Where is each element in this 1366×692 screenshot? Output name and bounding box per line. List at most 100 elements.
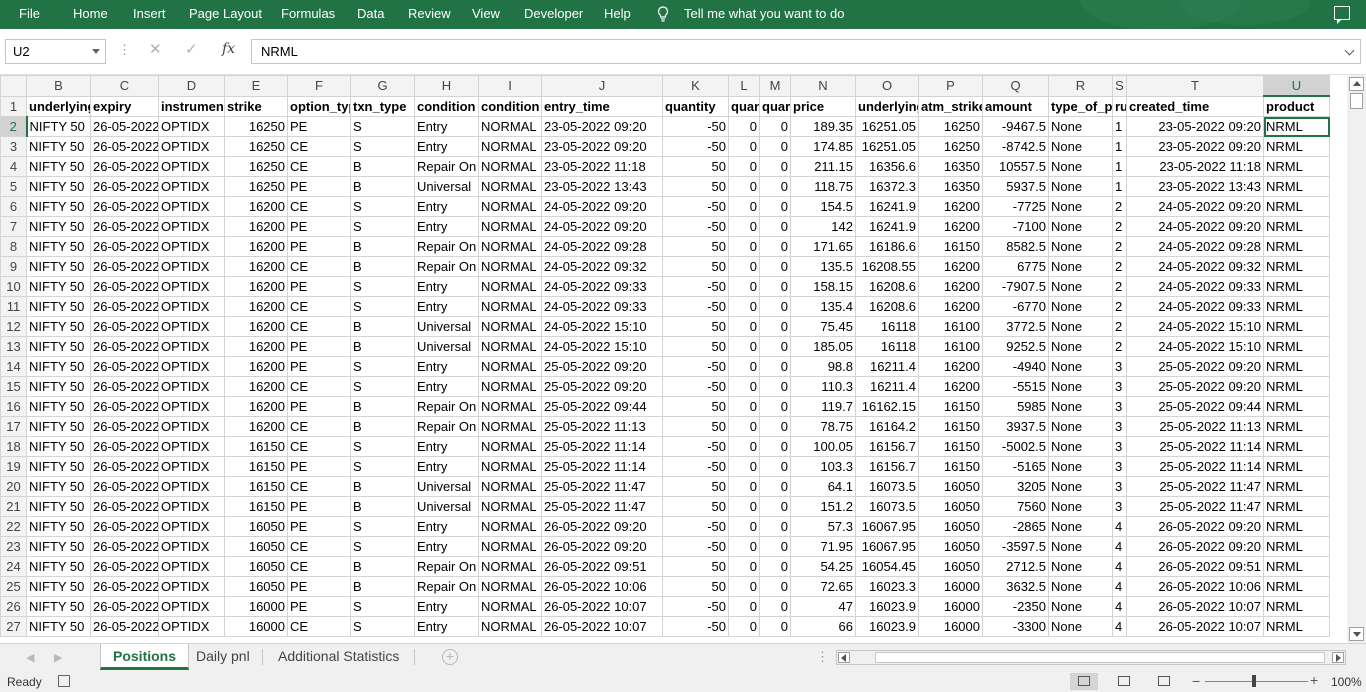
cell-u12[interactable]: NRML xyxy=(1263,316,1330,337)
column-header-f[interactable]: F xyxy=(287,75,351,97)
cell-t5[interactable]: 23-05-2022 13:43 xyxy=(1126,176,1264,197)
header-cell-n[interactable]: price xyxy=(790,95,856,117)
cell-c17[interactable]: 26-05-2022 xyxy=(90,416,159,437)
cell-r2[interactable]: None xyxy=(1048,116,1113,137)
cell-l11[interactable]: 0 xyxy=(728,296,760,317)
cell-r10[interactable]: None xyxy=(1048,276,1113,297)
cell-m24[interactable]: 0 xyxy=(759,556,791,577)
cell-s21[interactable]: 3 xyxy=(1112,496,1127,517)
cell-m7[interactable]: 0 xyxy=(759,216,791,237)
cell-q9[interactable]: 6775 xyxy=(982,256,1049,277)
cell-k6[interactable]: -50 xyxy=(662,196,729,217)
cell-p9[interactable]: 16200 xyxy=(918,256,983,277)
comments-icon[interactable] xyxy=(1334,6,1350,24)
menu-data[interactable]: Data xyxy=(357,0,384,29)
cell-l27[interactable]: 0 xyxy=(728,616,760,637)
header-cell-p[interactable]: atm_strike xyxy=(918,95,983,117)
zoom-out-button[interactable]: − xyxy=(1192,673,1200,689)
cell-b22[interactable]: NIFTY 50 xyxy=(26,516,91,537)
cell-q19[interactable]: -5165 xyxy=(982,456,1049,477)
cell-k18[interactable]: -50 xyxy=(662,436,729,457)
cell-d2[interactable]: OPTIDX xyxy=(158,116,225,137)
cell-s20[interactable]: 3 xyxy=(1112,476,1127,497)
cell-q27[interactable]: -3300 xyxy=(982,616,1049,637)
cell-k10[interactable]: -50 xyxy=(662,276,729,297)
cell-i3[interactable]: NORMAL xyxy=(478,136,542,157)
vertical-scrollbar[interactable] xyxy=(1347,75,1366,643)
cell-t7[interactable]: 24-05-2022 09:20 xyxy=(1126,216,1264,237)
cell-g6[interactable]: S xyxy=(350,196,415,217)
menu-developer[interactable]: Developer xyxy=(524,0,583,29)
cell-k5[interactable]: 50 xyxy=(662,176,729,197)
cell-u7[interactable]: NRML xyxy=(1263,216,1330,237)
row-header-11[interactable]: 11 xyxy=(0,296,27,317)
cell-m12[interactable]: 0 xyxy=(759,316,791,337)
cell-b25[interactable]: NIFTY 50 xyxy=(26,576,91,597)
row-header-22[interactable]: 22 xyxy=(0,516,27,537)
cell-t11[interactable]: 24-05-2022 09:33 xyxy=(1126,296,1264,317)
cell-o3[interactable]: 16251.05 xyxy=(855,136,919,157)
cell-g17[interactable]: B xyxy=(350,416,415,437)
scroll-up-icon[interactable] xyxy=(1349,77,1364,91)
cell-m22[interactable]: 0 xyxy=(759,516,791,537)
cell-r25[interactable]: None xyxy=(1048,576,1113,597)
cell-k21[interactable]: 50 xyxy=(662,496,729,517)
cell-n20[interactable]: 64.1 xyxy=(790,476,856,497)
cell-k20[interactable]: 50 xyxy=(662,476,729,497)
cell-p19[interactable]: 16150 xyxy=(918,456,983,477)
header-cell-j[interactable]: entry_time xyxy=(541,95,663,117)
cell-t20[interactable]: 25-05-2022 11:47 xyxy=(1126,476,1264,497)
cell-f5[interactable]: PE xyxy=(287,176,351,197)
cell-b3[interactable]: NIFTY 50 xyxy=(26,136,91,157)
cell-p27[interactable]: 16000 xyxy=(918,616,983,637)
scroll-right-icon[interactable] xyxy=(1332,652,1344,663)
cell-h25[interactable]: Repair On xyxy=(414,576,479,597)
formula-input[interactable]: NRML xyxy=(251,39,1361,64)
cell-h7[interactable]: Entry xyxy=(414,216,479,237)
cell-j11[interactable]: 24-05-2022 09:33 xyxy=(541,296,663,317)
cell-r18[interactable]: None xyxy=(1048,436,1113,457)
cell-d8[interactable]: OPTIDX xyxy=(158,236,225,257)
cell-t25[interactable]: 26-05-2022 10:06 xyxy=(1126,576,1264,597)
header-cell-g[interactable]: txn_type xyxy=(350,95,415,117)
cell-m11[interactable]: 0 xyxy=(759,296,791,317)
cell-f22[interactable]: PE xyxy=(287,516,351,537)
header-cell-u[interactable]: product xyxy=(1263,95,1330,117)
tab-additional-statistics[interactable]: Additional Statistics xyxy=(266,644,411,670)
page-break-view-button[interactable] xyxy=(1150,673,1178,690)
column-header-g[interactable]: G xyxy=(350,75,415,97)
cell-i18[interactable]: NORMAL xyxy=(478,436,542,457)
cell-e7[interactable]: 16200 xyxy=(224,216,288,237)
cell-d22[interactable]: OPTIDX xyxy=(158,516,225,537)
column-header-l[interactable]: L xyxy=(728,75,760,97)
cell-g8[interactable]: B xyxy=(350,236,415,257)
cell-e14[interactable]: 16200 xyxy=(224,356,288,377)
cell-r16[interactable]: None xyxy=(1048,396,1113,417)
cell-f13[interactable]: PE xyxy=(287,336,351,357)
cell-n2[interactable]: 189.35 xyxy=(790,116,856,137)
cell-s26[interactable]: 4 xyxy=(1112,596,1127,617)
cell-j10[interactable]: 24-05-2022 09:33 xyxy=(541,276,663,297)
cell-f14[interactable]: PE xyxy=(287,356,351,377)
cell-f9[interactable]: CE xyxy=(287,256,351,277)
row-header-9[interactable]: 9 xyxy=(0,256,27,277)
cell-q11[interactable]: -6770 xyxy=(982,296,1049,317)
cell-f15[interactable]: CE xyxy=(287,376,351,397)
cell-u11[interactable]: NRML xyxy=(1263,296,1330,317)
cell-s25[interactable]: 4 xyxy=(1112,576,1127,597)
cell-c6[interactable]: 26-05-2022 xyxy=(90,196,159,217)
cell-g4[interactable]: B xyxy=(350,156,415,177)
cell-c14[interactable]: 26-05-2022 xyxy=(90,356,159,377)
cell-d4[interactable]: OPTIDX xyxy=(158,156,225,177)
cell-i4[interactable]: NORMAL xyxy=(478,156,542,177)
cell-j8[interactable]: 24-05-2022 09:28 xyxy=(541,236,663,257)
cell-l4[interactable]: 0 xyxy=(728,156,760,177)
cell-l16[interactable]: 0 xyxy=(728,396,760,417)
cell-d12[interactable]: OPTIDX xyxy=(158,316,225,337)
header-cell-b[interactable]: underlying xyxy=(26,95,91,117)
column-header-m[interactable]: M xyxy=(759,75,791,97)
cell-p4[interactable]: 16350 xyxy=(918,156,983,177)
cell-r9[interactable]: None xyxy=(1048,256,1113,277)
cell-s6[interactable]: 2 xyxy=(1112,196,1127,217)
cell-c15[interactable]: 26-05-2022 xyxy=(90,376,159,397)
